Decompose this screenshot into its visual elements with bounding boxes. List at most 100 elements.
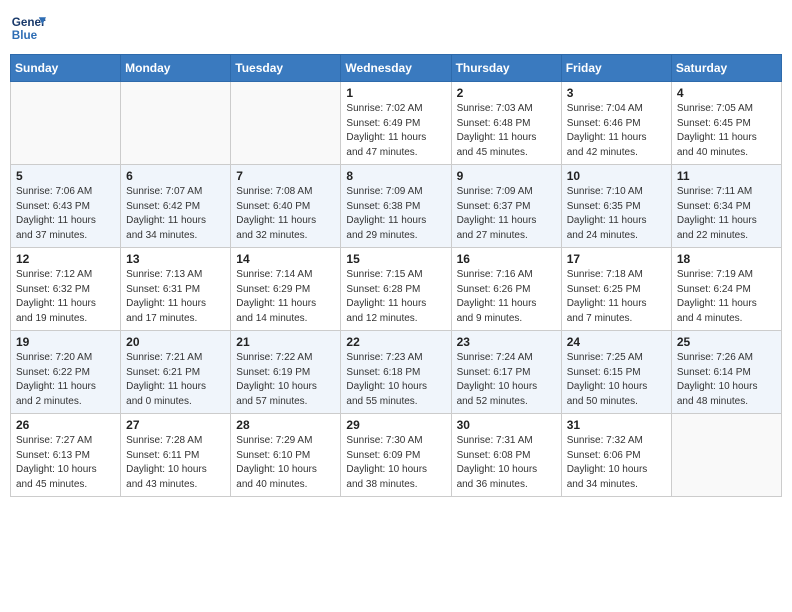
calendar-cell: 14 Sunrise: 7:14 AM Sunset: 6:29 PM Dayli… bbox=[231, 248, 341, 331]
calendar-cell: 10 Sunrise: 7:10 AM Sunset: 6:35 PM Dayli… bbox=[561, 165, 671, 248]
calendar-table: SundayMondayTuesdayWednesdayThursdayFrid… bbox=[10, 54, 782, 497]
calendar-cell bbox=[11, 82, 121, 165]
day-number: 16 bbox=[457, 252, 556, 266]
day-info: Sunrise: 7:21 AM Sunset: 6:21 PM Dayligh… bbox=[126, 351, 225, 409]
week-row-4: 19 Sunrise: 7:20 AM Sunset: 6:22 PM Dayli… bbox=[11, 331, 782, 414]
day-number: 23 bbox=[457, 335, 556, 349]
calendar-cell: 29Sunrise: 7:30 AM Sunset: 6:09 PM Dayli… bbox=[341, 414, 451, 497]
day-info: Sunrise: 7:13 AM Sunset: 6:31 PM Dayligh… bbox=[126, 268, 225, 326]
calendar-cell: 26Sunrise: 7:27 AM Sunset: 6:13 PM Dayli… bbox=[11, 414, 121, 497]
day-info: Sunrise: 7:08 AM Sunset: 6:40 PM Dayligh… bbox=[236, 185, 335, 243]
calendar-cell: 31Sunrise: 7:32 AM Sunset: 6:06 PM Dayli… bbox=[561, 414, 671, 497]
calendar-cell: 7 Sunrise: 7:08 AM Sunset: 6:40 PM Daylig… bbox=[231, 165, 341, 248]
day-header-sunday: Sunday bbox=[11, 55, 121, 82]
day-number: 14 bbox=[236, 252, 335, 266]
day-number: 6 bbox=[126, 169, 225, 183]
week-row-2: 5Sunrise: 7:06 AM Sunset: 6:43 PM Daylig… bbox=[11, 165, 782, 248]
day-info: Sunrise: 7:14 AM Sunset: 6:29 PM Dayligh… bbox=[236, 268, 335, 326]
calendar-cell: 1 Sunrise: 7:02 AM Sunset: 6:49 PM Daylig… bbox=[341, 82, 451, 165]
day-info: Sunrise: 7:16 AM Sunset: 6:26 PM Dayligh… bbox=[457, 268, 556, 326]
calendar-cell: 13Sunrise: 7:13 AM Sunset: 6:31 PM Dayli… bbox=[121, 248, 231, 331]
week-row-5: 26Sunrise: 7:27 AM Sunset: 6:13 PM Dayli… bbox=[11, 414, 782, 497]
calendar-cell: 27 Sunrise: 7:28 AM Sunset: 6:11 PM Dayli… bbox=[121, 414, 231, 497]
day-info: Sunrise: 7:02 AM Sunset: 6:49 PM Dayligh… bbox=[346, 102, 445, 160]
day-number: 18 bbox=[677, 252, 776, 266]
day-info: Sunrise: 7:07 AM Sunset: 6:42 PM Dayligh… bbox=[126, 185, 225, 243]
calendar-cell: 4 Sunrise: 7:05 AM Sunset: 6:45 PM Daylig… bbox=[671, 82, 781, 165]
calendar-cell: 12 Sunrise: 7:12 AM Sunset: 6:32 PM Dayli… bbox=[11, 248, 121, 331]
day-number: 9 bbox=[457, 169, 556, 183]
day-number: 19 bbox=[16, 335, 115, 349]
day-info: Sunrise: 7:09 AM Sunset: 6:37 PM Dayligh… bbox=[457, 185, 556, 243]
day-number: 17 bbox=[567, 252, 666, 266]
day-info: Sunrise: 7:03 AM Sunset: 6:48 PM Dayligh… bbox=[457, 102, 556, 160]
day-number: 8 bbox=[346, 169, 445, 183]
day-number: 28 bbox=[236, 418, 335, 432]
week-row-1: 1 Sunrise: 7:02 AM Sunset: 6:49 PM Daylig… bbox=[11, 82, 782, 165]
week-row-3: 12 Sunrise: 7:12 AM Sunset: 6:32 PM Dayli… bbox=[11, 248, 782, 331]
day-header-saturday: Saturday bbox=[671, 55, 781, 82]
day-info: Sunrise: 7:31 AM Sunset: 6:08 PM Dayligh… bbox=[457, 434, 556, 492]
calendar-cell: 9 Sunrise: 7:09 AM Sunset: 6:37 PM Daylig… bbox=[451, 165, 561, 248]
day-number: 5 bbox=[16, 169, 115, 183]
day-number: 4 bbox=[677, 86, 776, 100]
day-info: Sunrise: 7:10 AM Sunset: 6:35 PM Dayligh… bbox=[567, 185, 666, 243]
day-number: 2 bbox=[457, 86, 556, 100]
day-info: Sunrise: 7:12 AM Sunset: 6:32 PM Dayligh… bbox=[16, 268, 115, 326]
calendar-cell bbox=[231, 82, 341, 165]
calendar-cell: 17 Sunrise: 7:18 AM Sunset: 6:25 PM Dayli… bbox=[561, 248, 671, 331]
calendar-cell: 18 Sunrise: 7:19 AM Sunset: 6:24 PM Dayli… bbox=[671, 248, 781, 331]
day-info: Sunrise: 7:20 AM Sunset: 6:22 PM Dayligh… bbox=[16, 351, 115, 409]
page-header: General Blue bbox=[10, 10, 782, 46]
day-header-wednesday: Wednesday bbox=[341, 55, 451, 82]
calendar-cell: 22 Sunrise: 7:23 AM Sunset: 6:18 PM Dayli… bbox=[341, 331, 451, 414]
day-number: 3 bbox=[567, 86, 666, 100]
logo-icon: General Blue bbox=[10, 10, 46, 46]
day-info: Sunrise: 7:25 AM Sunset: 6:15 PM Dayligh… bbox=[567, 351, 666, 409]
day-info: Sunrise: 7:24 AM Sunset: 6:17 PM Dayligh… bbox=[457, 351, 556, 409]
day-header-friday: Friday bbox=[561, 55, 671, 82]
calendar-cell: 24Sunrise: 7:25 AM Sunset: 6:15 PM Dayli… bbox=[561, 331, 671, 414]
calendar-cell: 23 Sunrise: 7:24 AM Sunset: 6:17 PM Dayli… bbox=[451, 331, 561, 414]
day-header-monday: Monday bbox=[121, 55, 231, 82]
calendar-cell: 20 Sunrise: 7:21 AM Sunset: 6:21 PM Dayli… bbox=[121, 331, 231, 414]
day-info: Sunrise: 7:09 AM Sunset: 6:38 PM Dayligh… bbox=[346, 185, 445, 243]
calendar-cell: 6 Sunrise: 7:07 AM Sunset: 6:42 PM Daylig… bbox=[121, 165, 231, 248]
svg-text:Blue: Blue bbox=[12, 29, 38, 42]
day-number: 12 bbox=[16, 252, 115, 266]
day-number: 25 bbox=[677, 335, 776, 349]
calendar-cell: 8 Sunrise: 7:09 AM Sunset: 6:38 PM Daylig… bbox=[341, 165, 451, 248]
day-header-thursday: Thursday bbox=[451, 55, 561, 82]
day-info: Sunrise: 7:26 AM Sunset: 6:14 PM Dayligh… bbox=[677, 351, 776, 409]
day-info: Sunrise: 7:23 AM Sunset: 6:18 PM Dayligh… bbox=[346, 351, 445, 409]
day-number: 22 bbox=[346, 335, 445, 349]
day-info: Sunrise: 7:30 AM Sunset: 6:09 PM Dayligh… bbox=[346, 434, 445, 492]
calendar-cell: 11 Sunrise: 7:11 AM Sunset: 6:34 PM Dayli… bbox=[671, 165, 781, 248]
day-number: 10 bbox=[567, 169, 666, 183]
day-info: Sunrise: 7:18 AM Sunset: 6:25 PM Dayligh… bbox=[567, 268, 666, 326]
day-info: Sunrise: 7:19 AM Sunset: 6:24 PM Dayligh… bbox=[677, 268, 776, 326]
calendar-cell: 25 Sunrise: 7:26 AM Sunset: 6:14 PM Dayli… bbox=[671, 331, 781, 414]
day-number: 27 bbox=[126, 418, 225, 432]
day-number: 1 bbox=[346, 86, 445, 100]
calendar-cell: 3 Sunrise: 7:04 AM Sunset: 6:46 PM Daylig… bbox=[561, 82, 671, 165]
day-number: 21 bbox=[236, 335, 335, 349]
day-number: 26 bbox=[16, 418, 115, 432]
day-info: Sunrise: 7:15 AM Sunset: 6:28 PM Dayligh… bbox=[346, 268, 445, 326]
calendar-cell: 16 Sunrise: 7:16 AM Sunset: 6:26 PM Dayli… bbox=[451, 248, 561, 331]
day-number: 20 bbox=[126, 335, 225, 349]
calendar-cell: 28Sunrise: 7:29 AM Sunset: 6:10 PM Dayli… bbox=[231, 414, 341, 497]
day-info: Sunrise: 7:05 AM Sunset: 6:45 PM Dayligh… bbox=[677, 102, 776, 160]
day-number: 15 bbox=[346, 252, 445, 266]
day-info: Sunrise: 7:04 AM Sunset: 6:46 PM Dayligh… bbox=[567, 102, 666, 160]
day-info: Sunrise: 7:28 AM Sunset: 6:11 PM Dayligh… bbox=[126, 434, 225, 492]
day-number: 7 bbox=[236, 169, 335, 183]
day-info: Sunrise: 7:11 AM Sunset: 6:34 PM Dayligh… bbox=[677, 185, 776, 243]
calendar-cell: 15 Sunrise: 7:15 AM Sunset: 6:28 PM Dayli… bbox=[341, 248, 451, 331]
day-info: Sunrise: 7:22 AM Sunset: 6:19 PM Dayligh… bbox=[236, 351, 335, 409]
day-number: 11 bbox=[677, 169, 776, 183]
calendar-header-row: SundayMondayTuesdayWednesdayThursdayFrid… bbox=[11, 55, 782, 82]
calendar-cell: 30Sunrise: 7:31 AM Sunset: 6:08 PM Dayli… bbox=[451, 414, 561, 497]
day-number: 31 bbox=[567, 418, 666, 432]
day-header-tuesday: Tuesday bbox=[231, 55, 341, 82]
